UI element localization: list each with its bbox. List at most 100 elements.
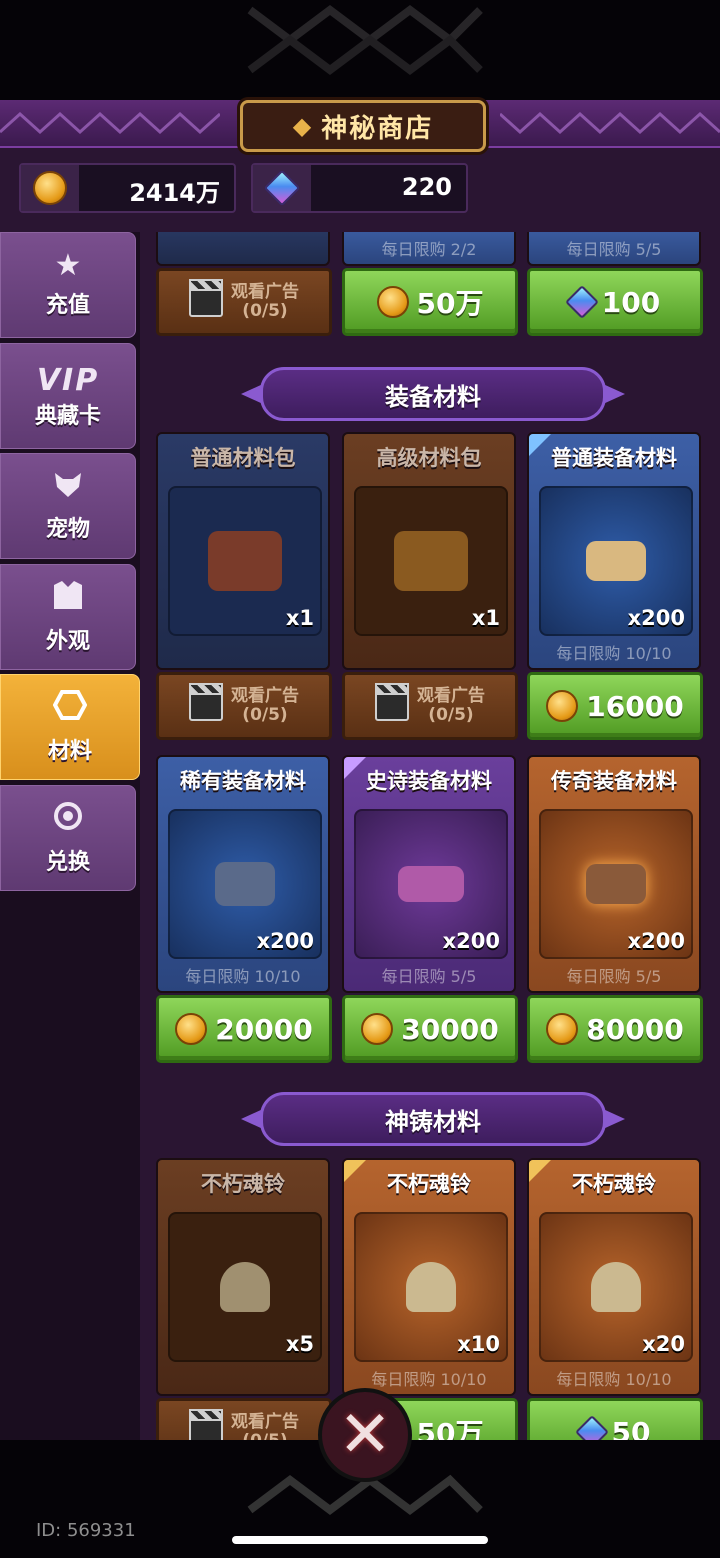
item-card[interactable]: 普通材料包 x1 <box>156 432 330 670</box>
item-name: 史诗装备材料 <box>366 769 492 793</box>
page-title: 神秘商店 <box>321 113 434 144</box>
clapperboard-icon <box>189 1409 223 1440</box>
item-quantity: x200 <box>442 929 500 953</box>
purchase-limit: 每日限购 10/10 <box>556 644 672 663</box>
buy-button[interactable]: 50 <box>527 1398 703 1440</box>
gem-amount: 220 <box>401 173 452 201</box>
header-ornament-left <box>0 112 220 134</box>
item-quantity: x1 <box>285 606 314 630</box>
gold-balance: 2414万 <box>19 163 236 213</box>
cloth-icon <box>215 862 275 906</box>
item-quantity: x20 <box>642 1332 685 1356</box>
price-label: 20000 <box>215 1012 313 1046</box>
item-name: 传奇装备材料 <box>551 769 677 793</box>
item-name: 不朽魂铃 <box>387 1172 471 1196</box>
item-card[interactable]: 稀有装备材料 x200 每日限购 10/10 <box>156 755 330 993</box>
materials-list[interactable]: 每日限购 2/2 每日限购 5/5 观看广告 (0/5) 50万 100 装备材料… <box>140 232 720 1440</box>
ad-label: 观看广告 <box>231 1412 299 1432</box>
player-id: ID: 569331 <box>36 1520 136 1541</box>
ad-label: 观看广告 <box>417 686 485 706</box>
sidebar-item-exchange[interactable]: 兑换 <box>0 785 136 891</box>
watch-ad-button[interactable]: 观看广告(0/5) <box>342 672 518 740</box>
buy-button[interactable]: 30000 <box>342 995 518 1063</box>
price-label: 50万 <box>416 287 484 320</box>
buy-button[interactable]: 50万 <box>342 268 518 336</box>
pet-icon <box>51 469 85 505</box>
buy-button[interactable]: 16000 <box>527 672 703 740</box>
item-name: 普通材料包 <box>190 446 296 470</box>
buy-button[interactable]: 100 <box>527 268 703 336</box>
sidebar-item-label: 充值 <box>45 293 90 318</box>
ornament-pattern <box>247 5 483 75</box>
armor-icon <box>51 579 85 617</box>
item-card[interactable]: 不朽魂铃 x5 <box>156 1158 330 1396</box>
ad-count: (0/5) <box>428 705 474 725</box>
item-card-partial[interactable] <box>156 232 330 266</box>
leather-icon <box>586 864 646 904</box>
sidebar-item-label: 宠物 <box>45 517 90 542</box>
buy-button[interactable]: 80000 <box>527 995 703 1063</box>
gold-coin-icon <box>33 171 67 205</box>
purchase-limit: 每日限购 5/5 <box>566 967 662 986</box>
gem-icon <box>263 169 301 207</box>
purchase-limit: 每日限购 10/10 <box>185 967 301 986</box>
exchange-icon <box>50 800 86 838</box>
item-quantity: x200 <box>256 929 314 953</box>
bell-icon <box>591 1262 641 1312</box>
item-name: 不朽魂铃 <box>201 1172 285 1196</box>
gold-coin-icon <box>175 1013 208 1045</box>
ad-count: (0/5) <box>242 1432 287 1441</box>
item-name: 普通装备材料 <box>551 446 677 470</box>
gem-icon <box>574 1415 609 1440</box>
scroll-icon <box>586 541 646 581</box>
item-card[interactable]: 不朽魂铃 x10 每日限购 10/10 <box>342 1158 516 1396</box>
watch-ad-button[interactable]: 观看广告(0/5) <box>156 1398 332 1440</box>
price-label: 50 <box>611 1415 651 1441</box>
item-card-partial[interactable]: 每日限购 5/5 <box>527 232 701 266</box>
item-card[interactable]: 史诗装备材料 x200 每日限购 5/5 <box>342 755 516 993</box>
ad-label: 观看广告 <box>231 282 299 302</box>
gold-coin-icon <box>546 1013 579 1045</box>
vip-badge: VIP <box>36 362 100 398</box>
gold-coin-icon <box>546 690 579 722</box>
buy-button[interactable]: 20000 <box>156 995 332 1063</box>
item-card-partial[interactable]: 每日限购 2/2 <box>342 232 516 266</box>
hide-icon <box>398 866 464 902</box>
clapperboard-icon <box>189 279 223 317</box>
watch-ad-button[interactable]: 观看广告(0/5) <box>156 672 332 740</box>
sidebar-item-appearance[interactable]: 外观 <box>0 564 136 670</box>
diamond-icon: ◆ <box>292 112 312 140</box>
hexagon-icon <box>52 689 88 727</box>
item-quantity: x200 <box>627 606 685 630</box>
sidebar-item-pet[interactable]: 宠物 <box>0 453 136 559</box>
item-card[interactable]: 传奇装备材料 x200 每日限购 5/5 <box>527 755 701 993</box>
clapperboard-icon <box>189 683 223 721</box>
shop-title: ◆ 神秘商店 <box>240 100 486 152</box>
price-label: 30000 <box>401 1012 499 1046</box>
sidebar-item-materials[interactable]: 材料 <box>0 674 140 780</box>
close-emblem-button[interactable]: ✕ <box>318 1388 412 1482</box>
item-card[interactable]: 普通装备材料 x200 每日限购 10/10 <box>527 432 701 670</box>
item-card[interactable]: 不朽魂铃 x20 每日限购 10/10 <box>527 1158 701 1396</box>
sidebar-item-label: 外观 <box>45 629 90 654</box>
item-quantity: x5 <box>285 1332 314 1356</box>
ad-count: (0/5) <box>242 301 288 321</box>
ad-count: (0/5) <box>242 705 288 725</box>
watch-ad-button[interactable]: 观看广告(0/5) <box>156 268 332 336</box>
purchase-limit: 每日限购 10/10 <box>556 1370 672 1389</box>
item-card[interactable]: 高级材料包 x1 <box>342 432 516 670</box>
home-indicator[interactable] <box>232 1536 488 1544</box>
top-background <box>0 0 720 100</box>
sidebar-item-vip-card[interactable]: VIP 典藏卡 <box>0 343 136 449</box>
gem-balance: 220 <box>251 163 468 213</box>
gold-amount: 2414万 <box>129 179 220 207</box>
sidebar-item-recharge[interactable]: ★ 充值 <box>0 232 136 338</box>
star-icon: ★ <box>54 248 82 283</box>
price-label: 16000 <box>586 689 684 723</box>
bell-icon <box>220 1262 270 1312</box>
gold-coin-icon <box>376 286 409 318</box>
crossed-swords-icon: ✕ <box>338 1398 392 1472</box>
chest-icon <box>394 531 468 591</box>
price-label: 80000 <box>586 1012 684 1046</box>
gem-icon <box>564 285 599 319</box>
